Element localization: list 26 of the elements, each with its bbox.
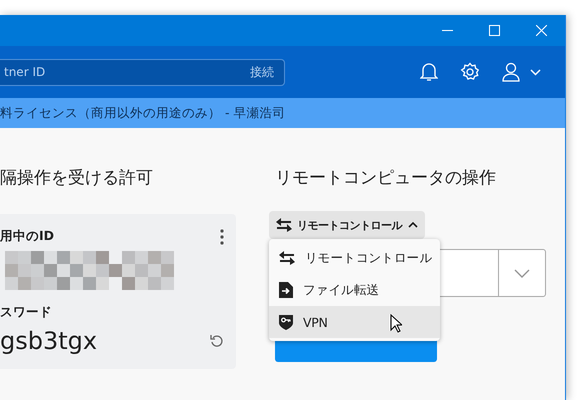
chevron-down-icon[interactable] (514, 268, 530, 278)
bell-icon[interactable] (420, 62, 438, 82)
minimize-icon[interactable] (442, 30, 453, 32)
section-heading: 隔操作を受ける許可 (0, 167, 154, 190)
swap-arrows-icon (276, 218, 292, 232)
partner-id-field[interactable]: tner ID 接続 (0, 58, 285, 86)
settings-icon[interactable] (460, 62, 480, 82)
swap-arrows-icon (279, 251, 295, 265)
more-options-icon[interactable] (220, 228, 224, 244)
license-text: 料ライセンス（商用以外の用途のみ） - 早瀬浩司 (0, 104, 286, 122)
password-label: スワード (0, 304, 53, 321)
shield-key-icon (279, 314, 293, 330)
refresh-icon[interactable] (210, 334, 224, 348)
close-icon[interactable] (536, 25, 547, 36)
file-icon (279, 282, 293, 298)
chevron-icon (408, 222, 418, 228)
menu-item[interactable]: リモートコントロール (269, 242, 440, 274)
user-icon[interactable] (502, 62, 520, 82)
id-label: 用中のID (0, 228, 54, 245)
maximize-icon[interactable] (489, 25, 500, 36)
section-heading: リモートコンピュータの操作 (275, 167, 497, 190)
mode-dropdown-button[interactable]: リモートコントロール (269, 211, 425, 239)
menu-item[interactable]: ファイル転送 (269, 274, 440, 306)
menu-item[interactable]: VPN (269, 306, 440, 338)
password-value: gsb3tgx (0, 327, 98, 355)
mouse-cursor-icon (390, 314, 402, 333)
